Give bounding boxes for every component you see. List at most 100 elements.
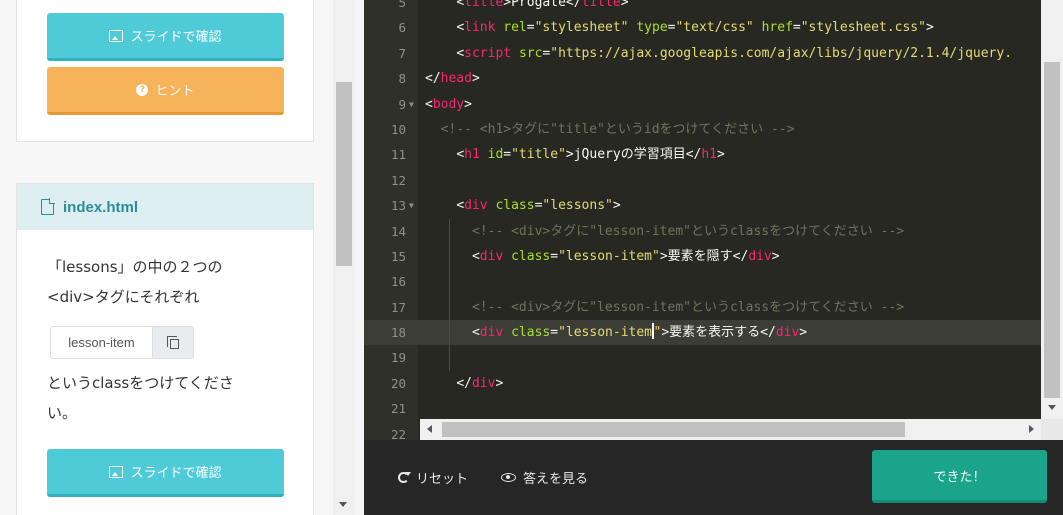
code-line[interactable]: 12: [364, 168, 1047, 193]
editor-horizontal-scroll-thumb[interactable]: [442, 422, 905, 437]
code-line[interactable]: 16: [364, 269, 1047, 295]
code-token: <: [456, 147, 465, 163]
code-text[interactable]: </div>: [425, 371, 503, 396]
code-token: <!-- <div>タグに"lesson-item"というclassをつけてくだ…: [471, 223, 905, 239]
code-line[interactable]: 14 <!-- <div>タグに"lesson-item"というclassをつけ…: [364, 218, 1047, 244]
line-number: 22: [390, 426, 406, 440]
line-number: 6: [398, 20, 406, 36]
line-number: 7: [398, 45, 406, 61]
chip-value: lesson-item: [68, 335, 135, 350]
code-token: <!-- <div>タグに"lesson-item"というclassをつけてくだ…: [471, 299, 905, 315]
code-text[interactable]: <div class="lessons">: [425, 193, 621, 218]
code-line[interactable]: 20 </div>: [364, 371, 1047, 396]
reset-icon: [398, 471, 411, 483]
code-token: >: [799, 325, 808, 341]
code-line[interactable]: 9 ▼ <body>: [364, 92, 1047, 117]
editor-horizontal-scrollbar[interactable]: [420, 419, 1041, 440]
scroll-down-arrow-icon[interactable]: [339, 502, 347, 507]
panel-divider: [355, 0, 364, 515]
slide-confirm-button[interactable]: スライドで確認: [47, 13, 284, 61]
slide-confirm-button-2[interactable]: スライドで確認: [47, 449, 284, 497]
code-line[interactable]: 11 <h1 id="title">jQueryの学習項目</h1>: [364, 142, 1047, 167]
line-number: 11: [390, 147, 406, 163]
code-line[interactable]: 15 <div class="lesson-item">要素を隠す</div>: [364, 243, 1047, 270]
code-line[interactable]: 7 <script src="https://ajax.googleapis.c…: [364, 41, 1047, 66]
slide-icon: [109, 29, 124, 42]
code-line[interactable]: 18 <div class="lesson-item ">要素を表示する</div…: [364, 320, 1047, 346]
code-line[interactable]: 17 <!-- <div>タグに"lesson-item"というclassをつけ…: [364, 294, 1047, 321]
hint-card: スライドで確認 ? ヒント: [16, 0, 314, 142]
editor-vertical-scrollbar[interactable]: [1041, 0, 1063, 420]
done-button[interactable]: できた！: [872, 450, 1047, 503]
editor-footer: リセット 答えを見る できた！: [364, 440, 1063, 515]
code-line[interactable]: 5 <title>Progate</title>: [364, 0, 1047, 15]
instruction-scrollbar[interactable]: [333, 0, 355, 515]
code-token: link: [464, 20, 496, 36]
code-text[interactable]: </head>: [425, 66, 480, 91]
reset-button[interactable]: リセット: [398, 466, 468, 488]
fold-arrow-icon[interactable]: ▼: [409, 193, 414, 218]
code-line[interactable]: 13 ▼ <div class="lessons">: [364, 193, 1047, 218]
editor-vertical-scroll-thumb[interactable]: [1044, 62, 1060, 398]
code-text[interactable]: <div class="lesson-item ">要素を表示する</div>: [425, 320, 807, 345]
code-line[interactable]: 21: [364, 396, 1047, 421]
code-token: "stylesheet": [534, 20, 629, 36]
instruction-scroll-thumb[interactable]: [336, 82, 352, 266]
code-token: title: [581, 0, 621, 10]
code-token: div: [471, 375, 496, 391]
code-token: <: [456, 45, 465, 61]
file-icon: [41, 198, 55, 215]
code-token: h1: [464, 147, 480, 163]
code-text[interactable]: <title>Progate</title>: [425, 0, 628, 15]
code-text[interactable]: <h1 id="title">jQueryの学習項目</h1>: [425, 142, 725, 167]
instruction-text-line3: というclassをつけてくださ: [47, 374, 234, 392]
hint-button[interactable]: ? ヒント: [47, 67, 284, 115]
task-card: index.html 「lessons」の中の２つの <div>タグにそれぞれ …: [16, 183, 314, 515]
code-text[interactable]: <script src="https://ajax.googleapis.com…: [425, 41, 1012, 66]
code-text[interactable]: <body>: [425, 92, 472, 117]
code-token: >: [612, 198, 621, 214]
code-token: <: [456, 0, 465, 10]
code-token: </: [425, 71, 441, 87]
code-token: >: [464, 96, 472, 112]
file-name: index.html: [63, 198, 139, 216]
code-editor[interactable]: 5 <title>Progate</title> 6 <link rel="sty…: [364, 0, 1063, 440]
line-number: 20: [390, 375, 406, 391]
code-text[interactable]: <!-- <div>タグに"lesson-item"というclassをつけてくだ…: [425, 295, 904, 320]
code-text[interactable]: <!-- <h1>タグに"title"というidをつけてください -->: [425, 117, 795, 142]
code-token: "text/css": [675, 20, 754, 36]
scroll-right-arrow-icon[interactable]: [1029, 425, 1034, 433]
question-icon: ?: [136, 83, 149, 96]
scroll-left-arrow-icon[interactable]: [427, 425, 432, 433]
code-token: body: [432, 96, 465, 112]
code-lines[interactable]: 5 <title>Progate</title> 6 <link rel="sty…: [364, 0, 1047, 440]
show-answer-button[interactable]: 答えを見る: [501, 466, 588, 488]
code-token: =: [792, 20, 801, 36]
fold-arrow-icon[interactable]: ▼: [409, 92, 414, 117]
line-number: 21: [390, 401, 406, 417]
code-text[interactable]: <!-- <div>タグに"lesson-item"というclassをつけてくだ…: [425, 219, 904, 244]
code-token: h1: [701, 147, 718, 163]
code-line[interactable]: 6 <link rel="stylesheet" type="text/css"…: [364, 15, 1047, 40]
code-line[interactable]: 19: [364, 345, 1047, 371]
instruction-text-line1: 「lessons」の中の２つの: [47, 258, 223, 276]
line-number: 13: [390, 198, 406, 214]
code-token: "lessons": [542, 198, 613, 214]
scroll-down-arrow-icon[interactable]: [1048, 405, 1056, 410]
copy-button[interactable]: [152, 327, 193, 358]
code-line[interactable]: 10 <!-- <h1>タグに"title"というidをつけてください -->: [364, 117, 1047, 142]
indent-guide: [449, 345, 450, 371]
code-token: div: [748, 248, 772, 264]
code-line[interactable]: 8 </head>: [364, 66, 1047, 91]
copy-icon: [166, 335, 179, 349]
line-number: 17: [390, 299, 406, 315]
code-token: class: [511, 325, 551, 341]
code-text[interactable]: <div class="lesson-item">要素を隠す</div>: [425, 244, 780, 269]
code-text[interactable]: <link rel="stylesheet" type="text/css" h…: [425, 15, 933, 40]
